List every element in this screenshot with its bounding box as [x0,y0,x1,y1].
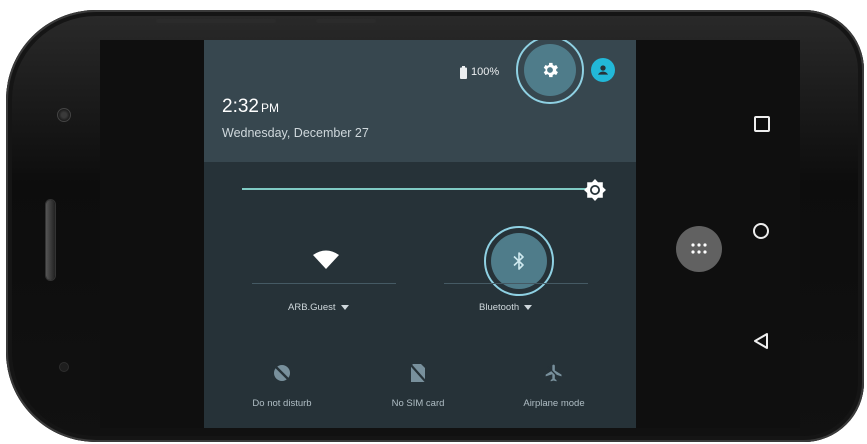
recents-button[interactable] [754,116,770,132]
bluetooth-tile[interactable] [491,233,547,289]
do-not-disturb-label: Do not disturb [252,398,312,409]
device-frame: 100% 2:32 PM Wednesday, December 27 ARB.… [0,0,867,444]
wifi-tile[interactable] [308,245,344,275]
volume-button [156,19,276,23]
settings-button[interactable] [524,44,576,96]
brightness-slider[interactable] [242,188,588,190]
chevron-down-icon [524,305,533,310]
date-label[interactable]: Wednesday, December 27 [222,126,369,140]
battery-icon [460,66,467,79]
wifi-dropdown[interactable]: ARB.Guest [288,302,349,313]
clock[interactable]: 2:32 PM [222,96,279,118]
airplane-mode-label: Airplane mode [523,398,585,409]
do-not-disturb-tile[interactable] [267,358,297,388]
wifi-network-label: ARB.Guest [288,302,336,313]
chevron-down-icon [340,305,349,310]
quick-settings-header: 100% 2:32 PM Wednesday, December 27 [204,40,636,162]
quick-settings-panel: 100% 2:32 PM Wednesday, December 27 ARB.… [204,40,636,428]
brightness-icon[interactable] [583,178,607,202]
wifi-divider [252,283,396,284]
clock-time: 2:32 [222,96,259,117]
sensor-dot [59,362,69,372]
clock-ampm: PM [260,101,279,115]
back-button[interactable] [752,332,770,350]
wifi-icon [313,250,339,269]
bluetooth-label: Bluetooth [479,302,520,313]
app-drawer-icon [691,243,707,254]
user-account-button[interactable] [591,58,615,82]
gear-icon [543,62,558,78]
airplane-mode-tile[interactable] [539,358,569,388]
bluetooth-dropdown[interactable]: Bluetooth [479,302,533,313]
user-icon [598,65,608,75]
bluetooth-icon [513,252,524,270]
app-drawer-button[interactable] [676,226,722,272]
bluetooth-divider [444,283,588,284]
sim-card-tile[interactable] [403,358,433,388]
home-button[interactable] [753,223,769,239]
speaker-grille [46,200,55,280]
no-sim-label: No SIM card [391,398,445,409]
battery-percentage: 100% [471,66,500,78]
airplane-icon [545,364,562,382]
camera-icon [57,108,71,122]
no-sim-icon [409,363,427,383]
do-not-disturb-icon [274,365,290,381]
power-button [316,19,376,23]
